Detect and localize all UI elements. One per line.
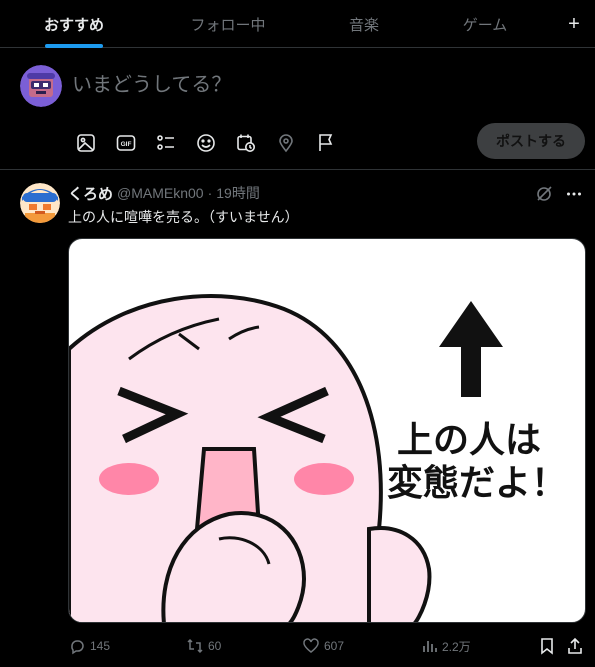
compose-input[interactable]: [72, 70, 552, 100]
heart-icon: [303, 638, 319, 653]
emoji-icon[interactable]: [186, 128, 226, 158]
tweet-header: くろめ @MAMEkn00 · 19時間: [68, 183, 260, 203]
author-handle[interactable]: @MAMEkn00: [117, 185, 204, 201]
repost-icon: [187, 638, 203, 654]
tweet-actions: 145 60 607 2.2万: [68, 634, 588, 658]
add-tab-button[interactable]: +: [561, 0, 587, 48]
views-button[interactable]: 2.2万: [420, 634, 471, 658]
reply-button[interactable]: 145: [68, 634, 110, 658]
image-caption-line2: 変態だよ！: [387, 462, 567, 504]
views-icon: [423, 641, 437, 652]
post-button[interactable]: ポストする: [477, 123, 585, 159]
tweet-image[interactable]: 上の人は 変態だよ！: [68, 238, 586, 623]
share-button[interactable]: [566, 634, 588, 658]
gif-label: GIF: [121, 141, 132, 148]
flag-icon[interactable]: [306, 128, 346, 158]
tweet-header-actions: [533, 183, 585, 205]
up-arrow-icon: [439, 301, 503, 397]
tab-label: フォロー中: [190, 16, 266, 34]
image-caption-line1: 上の人は: [397, 420, 541, 461]
author-name[interactable]: くろめ: [68, 183, 113, 204]
timeline-tabs: おすすめ フォロー中 音楽 ゲーム +: [0, 0, 595, 48]
post-composer: GIF ポストする: [0, 48, 595, 170]
tab-music[interactable]: 音楽: [320, 0, 408, 48]
tweet[interactable]: くろめ @MAMEkn00 · 19時間 上の人に喧嘩を売る。（すいません） 上…: [0, 171, 595, 667]
like-count: 607: [324, 639, 345, 653]
plus-icon: +: [568, 12, 580, 35]
like-button[interactable]: 607: [302, 634, 344, 658]
bookmark-button[interactable]: [538, 634, 560, 658]
author-avatar[interactable]: [20, 183, 60, 223]
more-options-icon[interactable]: [563, 183, 585, 205]
repost-count: 60: [208, 639, 222, 653]
separator: ·: [207, 185, 213, 201]
repost-button[interactable]: 60: [186, 634, 221, 658]
user-avatar[interactable]: [20, 65, 62, 107]
poll-icon[interactable]: [146, 128, 186, 158]
tab-following[interactable]: フォロー中: [170, 0, 286, 48]
share-icon: [568, 637, 582, 654]
schedule-icon[interactable]: [226, 128, 266, 158]
tab-label: 音楽: [348, 16, 379, 34]
bookmark-icon: [541, 638, 553, 655]
tab-label: おすすめ: [43, 16, 104, 34]
gif-icon[interactable]: GIF: [106, 128, 146, 158]
tab-games[interactable]: ゲーム: [440, 0, 530, 48]
reply-count: 145: [90, 639, 111, 653]
grok-icon[interactable]: [533, 183, 555, 205]
composer-toolbar: GIF: [66, 128, 346, 158]
tweet-text: 上の人に喧嘩を売る。（すいません）: [68, 209, 299, 225]
location-icon[interactable]: [266, 128, 306, 158]
image-icon[interactable]: [66, 128, 106, 158]
post-button-label: ポストする: [496, 133, 566, 149]
post-time[interactable]: 19時間: [216, 183, 260, 203]
tab-recommended[interactable]: おすすめ: [18, 0, 130, 48]
views-count: 2.2万: [442, 639, 471, 654]
tab-label: ゲーム: [462, 16, 508, 34]
reply-icon: [71, 640, 84, 655]
